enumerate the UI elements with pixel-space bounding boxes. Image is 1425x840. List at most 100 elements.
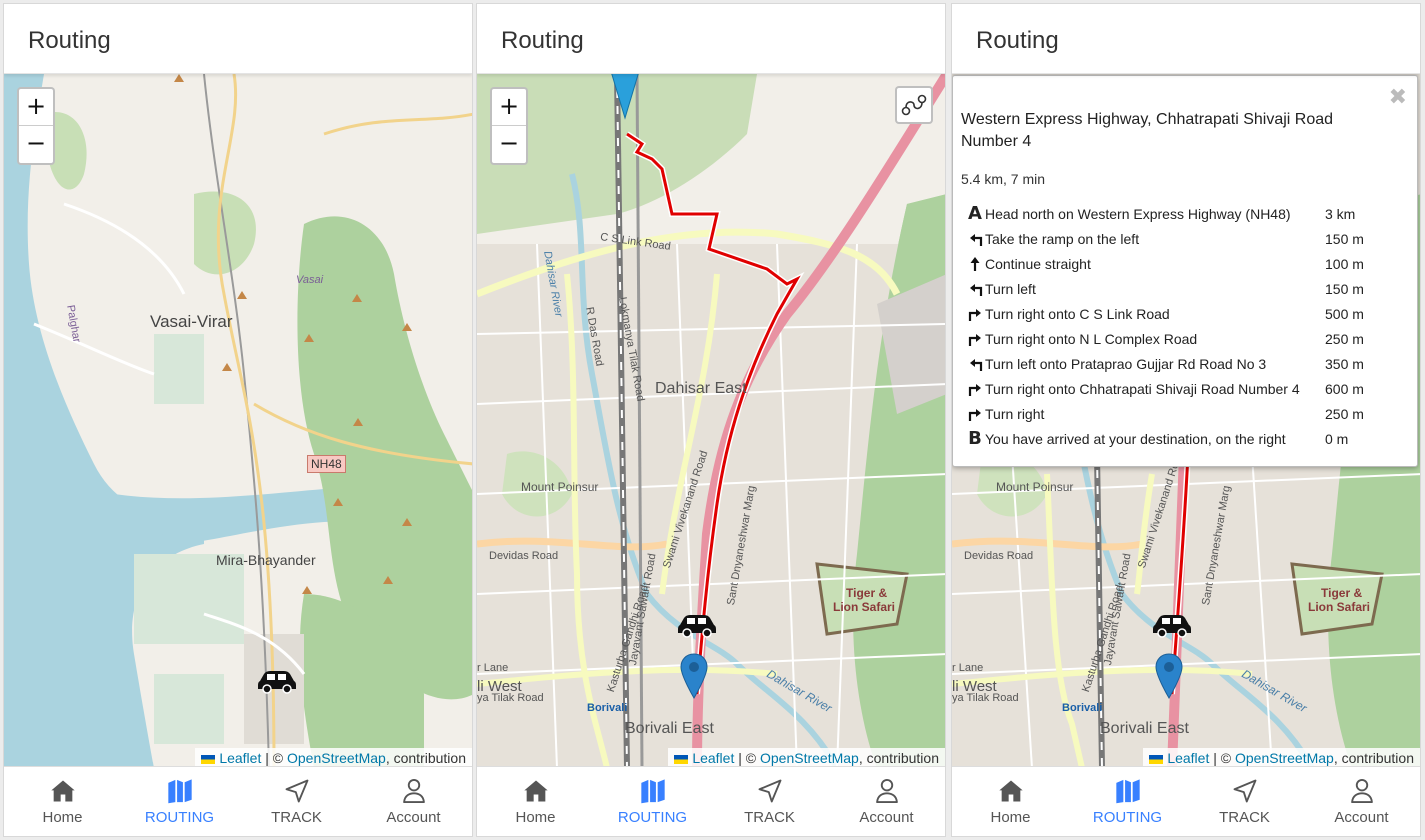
osm-link[interactable]: OpenStreetMap xyxy=(287,750,386,766)
direction-step-distance: 350 m xyxy=(1325,355,1364,372)
map-tiles xyxy=(4,74,472,768)
map-label: Borivali xyxy=(587,702,628,714)
tab-label: Home xyxy=(990,809,1031,826)
map[interactable]: Dahisar East Mount Poinsur Borivali East… xyxy=(477,74,945,768)
direction-step[interactable]: A Head north on Western Express Highway (… xyxy=(961,201,1409,226)
osm-link[interactable]: OpenStreetMap xyxy=(760,750,859,766)
tab-bar: Home ROUTING TRACK Account xyxy=(477,766,945,836)
map-label: Mount Poinsur xyxy=(996,480,1074,494)
tab-account[interactable]: Account xyxy=(1303,767,1420,836)
tab-track[interactable]: TRACK xyxy=(1186,767,1303,836)
person-icon xyxy=(402,778,425,804)
tab-home[interactable]: Home xyxy=(4,767,121,836)
direction-step[interactable]: Take the ramp on the left 150 m xyxy=(961,226,1409,251)
zoom-out-button[interactable]: − xyxy=(492,126,526,163)
tab-track[interactable]: TRACK xyxy=(711,767,828,836)
tab-track[interactable]: TRACK xyxy=(238,767,355,836)
map-label: Vasai xyxy=(296,274,324,286)
route-icon xyxy=(901,94,927,116)
direction-step[interactable]: B You have arrived at your destination, o… xyxy=(961,426,1409,451)
direction-step-text: Turn right xyxy=(985,405,1045,422)
map-label: ya Tilak Road xyxy=(477,692,544,704)
marker-letter: B xyxy=(968,428,982,449)
page-title: Routing xyxy=(28,27,111,54)
map[interactable]: Vasai-Virar Mira-Bhayander NH48 Palghar … xyxy=(4,74,472,768)
map-label: r Lane xyxy=(477,662,509,674)
map-icon xyxy=(167,779,192,804)
direction-step-distance: 0 m xyxy=(1325,430,1349,447)
map-tiles xyxy=(477,74,945,768)
tab-bar: Home ROUTING TRACK Account xyxy=(952,766,1420,836)
map-label: Borivali East xyxy=(1100,720,1189,737)
direction-step[interactable]: Turn right 250 m xyxy=(961,401,1409,426)
map-label: r Lane xyxy=(952,662,984,674)
tab-home[interactable]: Home xyxy=(952,767,1069,836)
direction-step-text: Turn left xyxy=(985,280,1036,297)
map[interactable]: Mount Poinsur Borivali East Borivali li … xyxy=(952,74,1420,768)
navigate-icon xyxy=(1233,779,1256,803)
turn-right-icon xyxy=(961,406,985,422)
direction-step[interactable]: Turn left 150 m xyxy=(961,276,1409,301)
leaflet-link[interactable]: Leaflet xyxy=(1167,750,1209,766)
close-directions-button[interactable]: ✖ xyxy=(1389,86,1407,108)
map-icon xyxy=(1115,779,1140,804)
show-directions-button[interactable] xyxy=(895,86,933,124)
route-summary: 5.4 km, 7 min xyxy=(961,171,1046,187)
direction-step-distance: 250 m xyxy=(1325,330,1364,347)
map-label: Mount Poinsur xyxy=(521,480,599,494)
map-label: Dahisar East xyxy=(655,380,747,397)
zoom-in-button[interactable]: + xyxy=(19,89,53,126)
tab-label: ROUTING xyxy=(617,809,688,826)
map-label: Devidas Road xyxy=(489,550,559,562)
map-label: Lion Safari xyxy=(1308,600,1371,614)
home-icon xyxy=(523,780,548,802)
map-label: Tiger & xyxy=(846,586,888,600)
tab-routing[interactable]: ROUTING xyxy=(594,767,711,836)
ukraine-flag-icon xyxy=(1149,755,1164,764)
direction-step[interactable]: Continue straight 100 m xyxy=(961,251,1409,276)
tab-label: Home xyxy=(42,809,83,826)
page-title: Routing xyxy=(501,27,584,54)
leaflet-link[interactable]: Leaflet xyxy=(219,750,261,766)
route-title: Western Express Highway, Chhatrapati Shi… xyxy=(961,111,1334,150)
tab-home[interactable]: Home xyxy=(477,767,594,836)
direction-step[interactable]: Turn right onto N L Complex Road 250 m xyxy=(961,326,1409,351)
tab-label: TRACK xyxy=(271,809,322,826)
routing-screen-route: Routing Dahisar East Mount Poinsur Boriv… xyxy=(476,3,946,837)
direction-step-text: Head north on Western Express Highway (N… xyxy=(985,205,1291,222)
direction-step-distance: 150 m xyxy=(1325,280,1364,297)
direction-step[interactable]: Turn right onto Chhatrapati Shivaji Road… xyxy=(961,376,1409,401)
directions-panel: ✖ Western Express Highway, Chhatrapati S… xyxy=(952,75,1418,467)
turn-left-icon xyxy=(961,281,985,297)
navigate-icon xyxy=(758,779,781,803)
attribution-text: , contribution xyxy=(858,750,939,766)
tab-account[interactable]: Account xyxy=(355,767,472,836)
tab-account[interactable]: Account xyxy=(828,767,945,836)
attribution-separator: | © xyxy=(738,750,757,766)
direction-step[interactable]: Turn left onto Prataprao Gujjar Rd Road … xyxy=(961,351,1409,376)
direction-step-distance: 250 m xyxy=(1325,405,1364,422)
direction-step[interactable]: Turn right onto C S Link Road 500 m xyxy=(961,301,1409,326)
zoom-out-button[interactable]: − xyxy=(19,126,53,163)
straight-icon xyxy=(961,256,985,272)
zoom-in-button[interactable]: + xyxy=(492,89,526,126)
turn-right-icon xyxy=(961,331,985,347)
direction-step-text: Turn right onto N L Complex Road xyxy=(985,330,1198,347)
tab-routing[interactable]: ROUTING xyxy=(121,767,238,836)
attribution-separator: | © xyxy=(1213,750,1232,766)
tab-bar: Home ROUTING TRACK Account xyxy=(4,766,472,836)
zoom-control: + − xyxy=(17,87,55,165)
directions-list: A Head north on Western Express Highway (… xyxy=(961,201,1409,451)
map-label: Tiger & xyxy=(1321,586,1363,600)
leaflet-link[interactable]: Leaflet xyxy=(692,750,734,766)
routing-screen-directions: Routing Mount Poinsur Borivali East Bori… xyxy=(951,3,1421,837)
map-label: Borivali East xyxy=(625,720,714,737)
osm-link[interactable]: OpenStreetMap xyxy=(1235,750,1334,766)
map-label: Lion Safari xyxy=(833,600,896,614)
tab-routing[interactable]: ROUTING xyxy=(1069,767,1186,836)
turn-right-icon xyxy=(961,306,985,322)
highway-shield: NH48 xyxy=(307,455,346,473)
page-title: Routing xyxy=(976,27,1059,54)
tab-label: Account xyxy=(386,809,441,826)
direction-step-distance: 100 m xyxy=(1325,255,1364,272)
